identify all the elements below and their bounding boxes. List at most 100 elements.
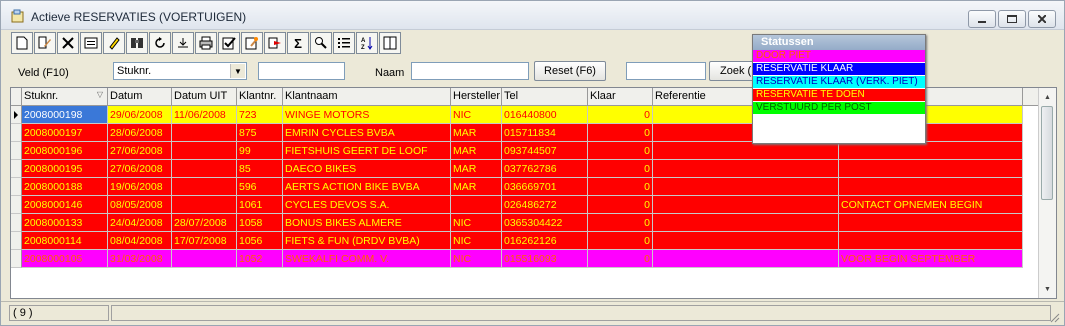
cell-referentie[interactable] bbox=[653, 232, 839, 250]
columns-icon[interactable] bbox=[379, 32, 401, 54]
row-selector[interactable] bbox=[11, 142, 22, 160]
cell-datum-uit[interactable]: 17/07/2008 bbox=[172, 232, 237, 250]
status-legend-item[interactable]: RESERVATIE TE DOEN bbox=[753, 89, 925, 102]
reset-button[interactable]: Reset (F6) bbox=[534, 61, 606, 81]
cell-datum[interactable]: 27/06/2008 bbox=[108, 160, 172, 178]
row-selector[interactable] bbox=[11, 196, 22, 214]
table-row[interactable]: 2008000114 08/04/2008 17/07/2008 1056 FIETS … bbox=[22, 232, 1023, 250]
table-row[interactable]: 2008000188 19/06/2008 596 AERTS ACTION BIKE… bbox=[22, 178, 1023, 196]
cell-opmerking[interactable] bbox=[839, 214, 1023, 232]
cell-hersteller[interactable]: NIC bbox=[451, 214, 502, 232]
cell-klaar[interactable]: 0 bbox=[588, 124, 653, 142]
cell-tel[interactable]: 016262126 bbox=[502, 232, 588, 250]
highlighter-icon[interactable] bbox=[103, 32, 125, 54]
properties-icon[interactable] bbox=[80, 32, 102, 54]
status-legend-item[interactable]: VERSTUURD PER POST bbox=[753, 102, 925, 115]
cell-klantnaam[interactable]: DAECO BIKES bbox=[283, 160, 451, 178]
cell-klantnaam[interactable]: EMRIN CYCLES BVBA bbox=[283, 124, 451, 142]
find-icon[interactable] bbox=[310, 32, 332, 54]
cell-klantnaam[interactable]: FIETS & FUN (DRDV BVBA) bbox=[283, 232, 451, 250]
table-row[interactable]: 2008000133 24/04/2008 28/07/2008 1058 BONUS … bbox=[22, 214, 1023, 232]
refresh-icon[interactable] bbox=[149, 32, 171, 54]
cell-klaar[interactable]: 0 bbox=[588, 196, 653, 214]
cell-klantnr[interactable]: 1061 bbox=[237, 196, 283, 214]
cell-klantnaam[interactable]: SWEKALFI COMM. V. bbox=[283, 250, 451, 268]
cell-stuknr[interactable]: 2008000133 bbox=[22, 214, 108, 232]
cell-opmerking[interactable]: VOOR BEGIN SEPTEMBER bbox=[839, 250, 1023, 268]
cell-stuknr[interactable]: 2008000114 bbox=[22, 232, 108, 250]
cell-stuknr[interactable]: 2008000188 bbox=[22, 178, 108, 196]
cell-opmerking[interactable] bbox=[839, 160, 1023, 178]
veld-select[interactable]: Stuknr. ▼ bbox=[113, 62, 247, 80]
check-icon[interactable] bbox=[218, 32, 240, 54]
cell-opmerking[interactable] bbox=[839, 232, 1023, 250]
row-selector[interactable] bbox=[11, 124, 22, 142]
cell-datum-uit[interactable] bbox=[172, 160, 237, 178]
cell-tel[interactable]: 016440800 bbox=[502, 106, 588, 124]
cell-datum[interactable]: 19/06/2008 bbox=[108, 178, 172, 196]
binoculars-icon[interactable] bbox=[126, 32, 148, 54]
cell-tel[interactable]: 0365304422 bbox=[502, 214, 588, 232]
export-icon[interactable] bbox=[172, 32, 194, 54]
cell-datum-uit[interactable] bbox=[172, 142, 237, 160]
cell-opmerking[interactable]: CONTACT OPNEMEN BEGIN bbox=[839, 196, 1023, 214]
row-selector[interactable] bbox=[11, 160, 22, 178]
cell-klantnr[interactable]: 723 bbox=[237, 106, 283, 124]
cell-datum-uit[interactable] bbox=[172, 178, 237, 196]
delete-icon[interactable] bbox=[57, 32, 79, 54]
list-view-icon[interactable] bbox=[333, 32, 355, 54]
cell-klantnaam[interactable]: FIETSHUIS GEERT DE LOOF bbox=[283, 142, 451, 160]
cell-klaar[interactable]: 0 bbox=[588, 214, 653, 232]
cell-datum[interactable]: 08/04/2008 bbox=[108, 232, 172, 250]
cell-datum[interactable]: 31/03/2008 bbox=[108, 250, 172, 268]
cell-hersteller[interactable] bbox=[451, 196, 502, 214]
cell-tel[interactable]: 037762786 bbox=[502, 160, 588, 178]
cell-datum-uit[interactable] bbox=[172, 196, 237, 214]
cell-stuknr[interactable]: 2008000198 bbox=[22, 106, 108, 124]
cell-klaar[interactable]: 0 bbox=[588, 250, 653, 268]
cell-datum-uit[interactable]: 11/06/2008 bbox=[172, 106, 237, 124]
vertical-scrollbar[interactable]: ▲ ▼ bbox=[1038, 88, 1056, 298]
cell-tel[interactable]: 036669701 bbox=[502, 178, 588, 196]
edit-form-icon[interactable] bbox=[241, 32, 263, 54]
row-selector[interactable] bbox=[11, 250, 22, 268]
chevron-down-icon[interactable]: ▼ bbox=[230, 64, 245, 78]
cell-klantnr[interactable]: 99 bbox=[237, 142, 283, 160]
cell-stuknr[interactable]: 2008000196 bbox=[22, 142, 108, 160]
cell-referentie[interactable] bbox=[653, 160, 839, 178]
cell-tel[interactable]: 093744507 bbox=[502, 142, 588, 160]
cell-referentie[interactable] bbox=[653, 142, 839, 160]
cell-klaar[interactable]: 0 bbox=[588, 142, 653, 160]
cell-referentie[interactable] bbox=[653, 250, 839, 268]
close-button[interactable] bbox=[1028, 10, 1056, 28]
cell-stuknr[interactable]: 2008000195 bbox=[22, 160, 108, 178]
cell-klantnaam[interactable]: AERTS ACTION BIKE BVBA bbox=[283, 178, 451, 196]
cell-hersteller[interactable]: NIC bbox=[451, 106, 502, 124]
cell-datum[interactable]: 27/06/2008 bbox=[108, 142, 172, 160]
scroll-up-icon[interactable]: ▲ bbox=[1040, 89, 1055, 105]
cell-hersteller[interactable]: MAR bbox=[451, 124, 502, 142]
table-row[interactable]: 2008000146 08/05/2008 1061 CYCLES DEVOS S.A… bbox=[22, 196, 1023, 214]
resize-grip-icon[interactable] bbox=[1050, 313, 1060, 323]
cell-tel[interactable]: 026486272 bbox=[502, 196, 588, 214]
status-legend-item[interactable]: RESERVATIE KLAAR (VERK. PIET) bbox=[753, 76, 925, 89]
cell-klaar[interactable]: 0 bbox=[588, 106, 653, 124]
cell-klantnr[interactable]: 85 bbox=[237, 160, 283, 178]
cell-stuknr[interactable]: 2008000197 bbox=[22, 124, 108, 142]
row-selector[interactable] bbox=[11, 178, 22, 196]
cell-referentie[interactable] bbox=[653, 214, 839, 232]
cell-datum-uit[interactable]: 28/07/2008 bbox=[172, 214, 237, 232]
cell-klantnr[interactable]: 1056 bbox=[237, 232, 283, 250]
cell-datum[interactable]: 08/05/2008 bbox=[108, 196, 172, 214]
cell-opmerking[interactable] bbox=[839, 178, 1023, 196]
cell-hersteller[interactable]: MAR bbox=[451, 142, 502, 160]
column-header-klantnaam[interactable]: Klantnaam bbox=[283, 88, 451, 105]
row-selector[interactable] bbox=[11, 214, 22, 232]
column-header-tel[interactable]: Tel bbox=[502, 88, 588, 105]
sort-az-icon[interactable]: AZ bbox=[356, 32, 378, 54]
scroll-down-icon[interactable]: ▼ bbox=[1040, 281, 1055, 297]
veld-input[interactable] bbox=[258, 62, 345, 80]
table-row[interactable]: 2008000196 27/06/2008 99 FIETSHUIS GEERT DE… bbox=[22, 142, 1023, 160]
cell-klantnaam[interactable]: CYCLES DEVOS S.A. bbox=[283, 196, 451, 214]
cell-tel[interactable]: 015711834 bbox=[502, 124, 588, 142]
